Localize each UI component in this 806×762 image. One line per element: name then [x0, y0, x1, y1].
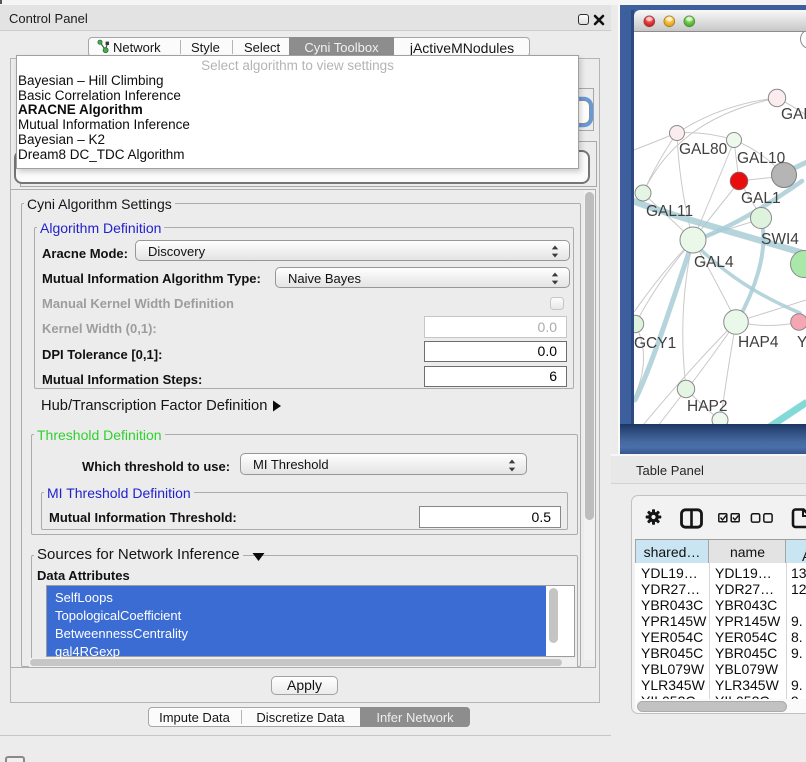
svg-text:GCY1: GCY1	[634, 335, 676, 352]
svg-text:GAL11: GAL11	[646, 203, 693, 220]
svg-text:SWI4: SWI4	[761, 231, 799, 248]
svg-text:HAP4: HAP4	[738, 334, 779, 351]
svg-text:GAL7: GAL7	[781, 106, 806, 123]
svg-text:GAL10: GAL10	[737, 150, 786, 167]
svg-text:GAL80: GAL80	[679, 141, 728, 158]
svg-text:HAP2: HAP2	[687, 398, 728, 415]
svg-text:YM: YM	[797, 334, 806, 351]
svg-text:GAL1: GAL1	[741, 190, 781, 207]
svg-text:GAL4: GAL4	[694, 254, 734, 271]
